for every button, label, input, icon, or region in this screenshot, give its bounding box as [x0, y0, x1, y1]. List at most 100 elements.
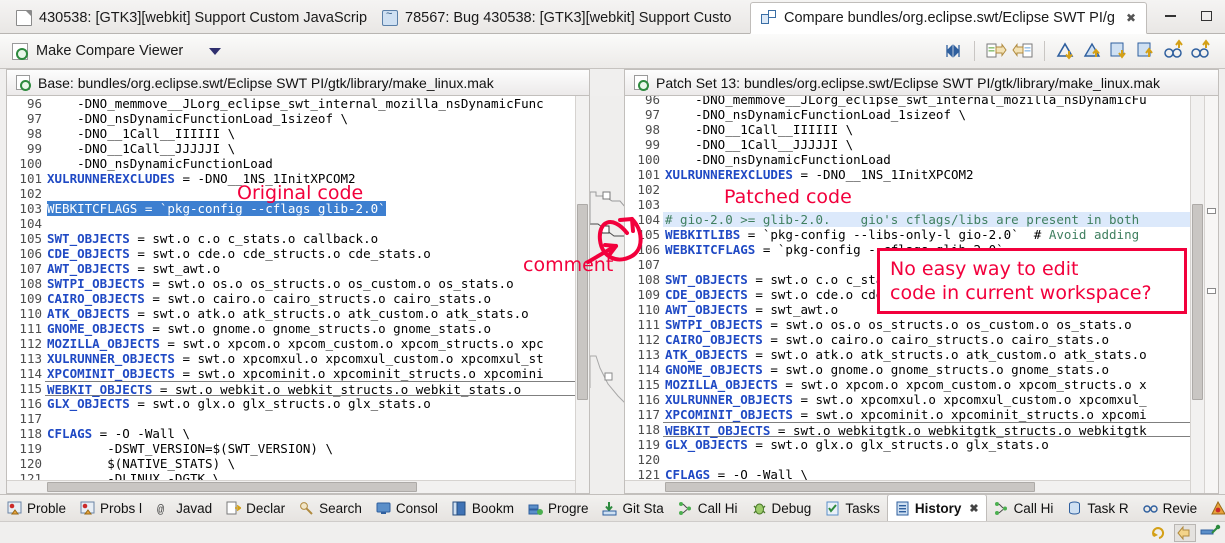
left-hscrollbar-thumb[interactable] — [47, 482, 417, 492]
code-line: GLX_OBJECTS = swt.o glx.o glx_structs.o … — [663, 437, 1218, 452]
bug-icon — [382, 10, 398, 26]
code-keyword: GLX_OBJECTS — [47, 396, 137, 411]
line-number: 118 — [625, 422, 663, 437]
code-line: CFLAGS = -O -Wall \ — [45, 426, 589, 441]
overview-marker[interactable] — [1207, 208, 1216, 214]
view-tab-label: Consol — [396, 501, 438, 516]
copy-right-icon[interactable] — [984, 39, 1008, 63]
view-tab-label: Debug — [772, 501, 812, 516]
right-pane-header: Patch Set 13: bundles/org.eclipse.swt/Ec… — [624, 69, 1219, 96]
code-line: GLX_OBJECTS = swt.o glx.o glx_structs.o … — [45, 396, 589, 411]
code-keyword: WEBKIT_OBJECTS — [47, 382, 160, 397]
view-tab-call-hi[interactable]: Call Hi — [671, 494, 745, 522]
line-number: 96 — [7, 96, 45, 111]
view-tab-label: Bookm — [472, 501, 514, 516]
overview-marker[interactable] — [1207, 288, 1216, 294]
code-line: AWT_OBJECTS = swt_awt.o — [45, 261, 589, 276]
editor-tab-bug-430538[interactable]: 430538: [GTK3][webkit] Support Custom Ja… — [6, 2, 377, 34]
compare-icon — [761, 10, 777, 26]
eclipse-compare-window: 430538: [GTK3][webkit] Support Custom Ja… — [0, 0, 1225, 543]
code-keyword: CDE_OBJECTS — [47, 246, 137, 261]
view-tab-consol[interactable]: Consol — [369, 494, 445, 522]
line-number: 105 — [7, 231, 45, 246]
view-tab-declar[interactable]: Declar — [219, 494, 292, 522]
line-number: 114 — [625, 362, 663, 377]
prev-diff-icon[interactable] — [1081, 39, 1105, 63]
right-horizontal-scrollbar[interactable] — [625, 480, 1190, 493]
next-annotation-icon[interactable] — [1162, 39, 1186, 63]
line-number: 110 — [625, 302, 663, 317]
left-code-pane[interactable]: 9697989910010110210310410510610710810911… — [6, 96, 590, 494]
maximize-button[interactable] — [1193, 4, 1219, 28]
right-hscrollbar-thumb[interactable] — [665, 482, 1035, 492]
code-line: WEBKIT_OBJECTS = swt.o webkit.o webkit_s… — [45, 381, 589, 396]
left-code-text[interactable]: -DNO_memmove__JLorg_eclipse_swt_internal… — [45, 96, 589, 493]
right-overview-ruler[interactable] — [1204, 96, 1218, 493]
copy-left-icon[interactable] — [1011, 39, 1035, 63]
code-keyword: SWT_OBJECTS — [665, 272, 755, 287]
line-number: 100 — [625, 152, 663, 167]
line-number: 109 — [7, 291, 45, 306]
line-number: 102 — [7, 186, 45, 201]
right-scrollbar-thumb[interactable] — [1192, 204, 1203, 400]
next-diff-icon[interactable] — [1054, 39, 1078, 63]
view-tab-search[interactable]: Search — [292, 494, 369, 522]
line-number: 106 — [625, 242, 663, 257]
view-tab-tasks[interactable]: Tasks — [818, 494, 887, 522]
editor-tab-compare[interactable]: Compare bundles/org.eclipse.swt/Eclipse … — [750, 2, 1147, 34]
line-number: 120 — [7, 456, 45, 471]
left-scrollbar-thumb[interactable] — [577, 204, 588, 400]
refresh-icon[interactable] — [1149, 524, 1171, 542]
line-number: 116 — [7, 396, 45, 411]
back-arrow-icon[interactable] — [1174, 524, 1196, 542]
close-icon[interactable]: ✖ — [1126, 11, 1136, 25]
prev-change-icon[interactable] — [1135, 39, 1159, 63]
code-line: XPCOMINIT_OBJECTS = swt.o xpcominit.o xp… — [45, 366, 589, 381]
line-number: 99 — [7, 141, 45, 156]
view-tab-probs-l[interactable]: Probs l — [73, 494, 149, 522]
code-keyword: CDE_OBJECTS — [665, 287, 755, 302]
close-icon[interactable]: ✖ — [969, 502, 978, 515]
line-number: 107 — [625, 257, 663, 272]
right-vertical-scrollbar[interactable] — [1190, 96, 1204, 493]
view-tab-task-r[interactable]: Task R — [1060, 494, 1135, 522]
left-vertical-scrollbar[interactable] — [575, 96, 589, 493]
person-icon[interactable] — [624, 212, 626, 225]
console-icon — [376, 501, 391, 516]
code-line: -DNO_nsDynamicFunctionLoad_1sizeof \ — [45, 111, 589, 126]
view-tab-progre[interactable]: Progre — [521, 494, 596, 522]
line-number: 102 — [625, 182, 663, 197]
left-horizontal-scrollbar[interactable] — [7, 480, 575, 493]
view-tab-git-sta[interactable]: Git Sta — [595, 494, 670, 522]
toolbar-separator — [974, 41, 975, 61]
editor-tab-bug-78567[interactable]: 78567: Bug 430538: [GTK3][webkit] Suppor… — [372, 2, 741, 34]
code-line: WEBKITLIBS = `pkg-config --libs-only-l g… — [663, 227, 1218, 242]
next-change-icon[interactable] — [1108, 39, 1132, 63]
view-tab-history[interactable]: History✖ — [887, 494, 987, 522]
diff-divider-ribbon[interactable] — [589, 96, 625, 494]
code-line: CAIRO_OBJECTS = swt.o cairo.o cairo_stru… — [45, 291, 589, 306]
view-tab-mylyn[interactable] — [1204, 494, 1225, 522]
view-tab-debug[interactable]: Debug — [745, 494, 819, 522]
code-keyword: AWT_OBJECTS — [47, 261, 137, 276]
code-line: WEBKITCFLAGS = `pkg-config --cflags glib… — [45, 201, 589, 216]
code-line — [663, 452, 1218, 467]
code-line: SWT_OBJECTS = swt.o c.o c_stats.o callba… — [45, 231, 589, 246]
code-keyword: SWTPI_OBJECTS — [47, 276, 152, 291]
chevron-down-icon[interactable] — [209, 48, 221, 55]
code-keyword: SWT_OBJECTS — [47, 231, 137, 246]
view-tab-proble[interactable]: Proble — [0, 494, 73, 522]
view-tab-call-hi[interactable]: Call Hi — [987, 494, 1061, 522]
prev-annotation-icon[interactable] — [1189, 39, 1213, 63]
line-number: 103 — [7, 201, 45, 216]
minimize-button[interactable] — [1157, 4, 1183, 28]
link-editor-icon[interactable] — [1199, 524, 1221, 542]
view-tab-bookm[interactable]: Bookm — [445, 494, 521, 522]
history-icon — [895, 501, 910, 516]
line-number: 112 — [625, 332, 663, 347]
code-line: ATK_OBJECTS = swt.o atk.o atk_structs.o … — [45, 306, 589, 321]
switch-sides-icon[interactable] — [941, 39, 965, 63]
view-tab-javad[interactable]: @Javad — [149, 494, 219, 522]
view-tab-revie[interactable]: Revie — [1136, 494, 1205, 522]
code-line: $(NATIVE_STATS) \ — [45, 456, 589, 471]
